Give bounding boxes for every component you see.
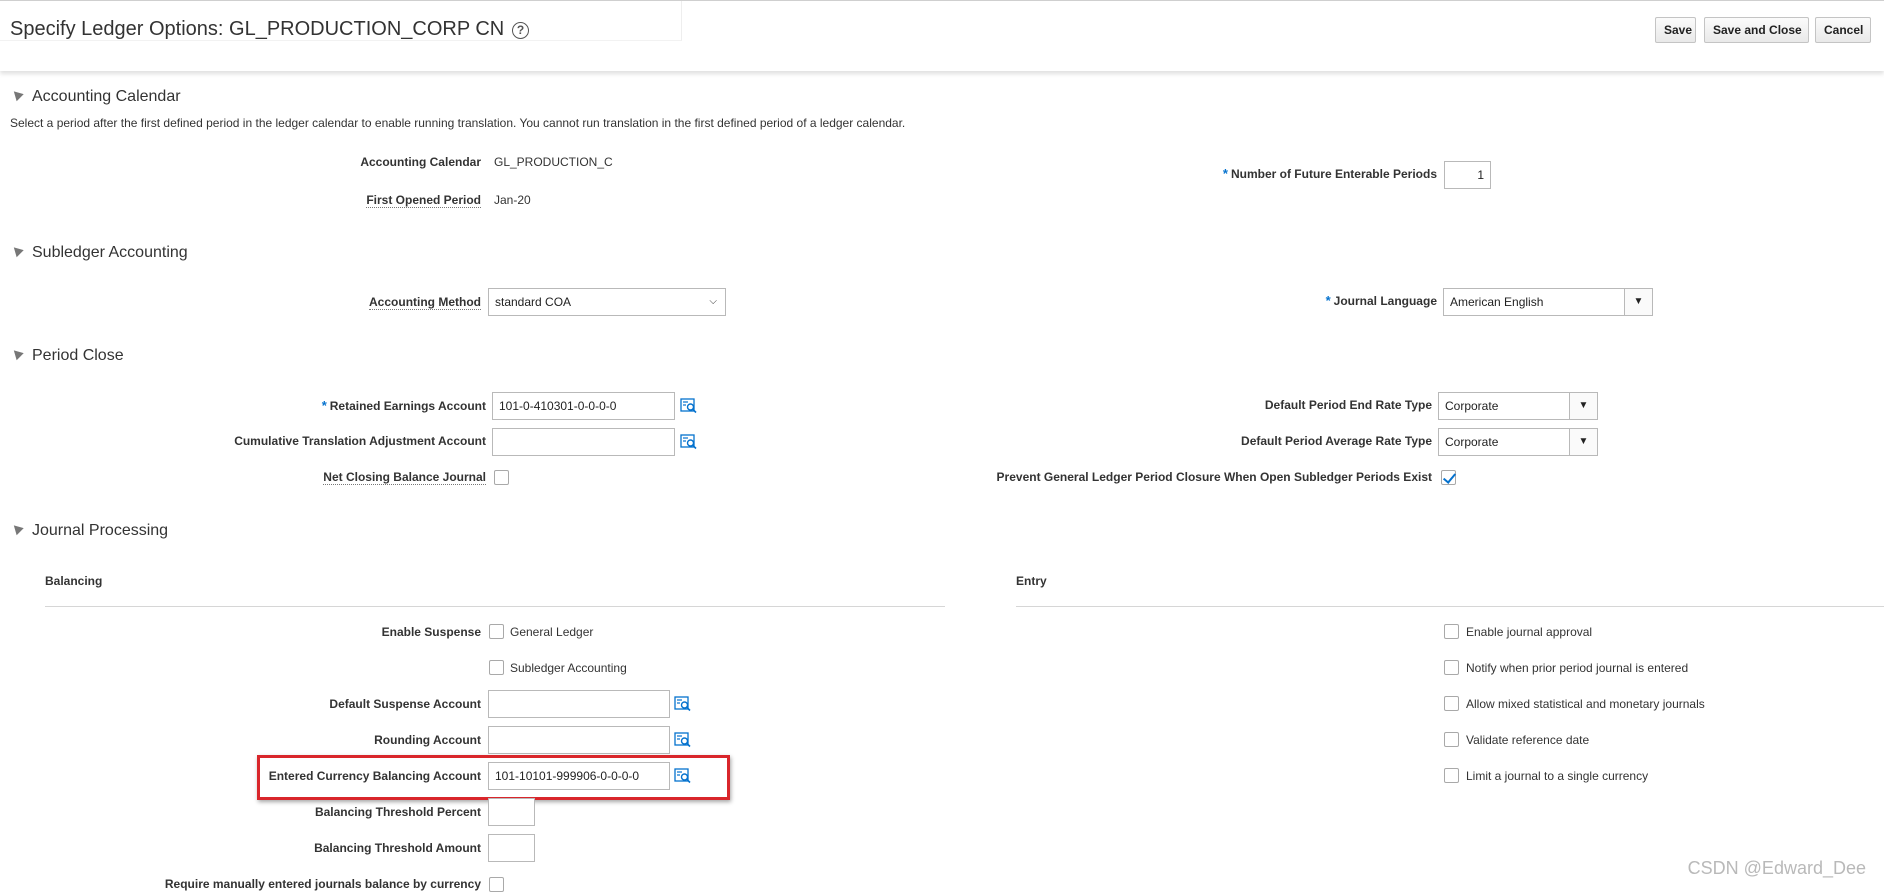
page-title: Specify Ledger Options: GL_PRODUCTION_CO… — [10, 18, 505, 40]
balancing-heading: Balancing — [45, 574, 103, 588]
search-account-icon[interactable] — [674, 695, 692, 713]
search-account-icon[interactable] — [680, 397, 698, 415]
section-title: Subledger Accounting — [32, 244, 188, 261]
journal-language-value: American English — [1450, 295, 1544, 309]
journal-language-dropdown[interactable]: American English ▼ — [1443, 288, 1653, 316]
entry-option-label: Allow mixed statistical and monetary jou… — [1466, 697, 1705, 711]
end-rate-type-label: Default Period End Rate Type — [1264, 398, 1432, 412]
retained-earnings-label-text: Retained Earnings Account — [329, 399, 486, 413]
required-mark: * — [1325, 293, 1331, 308]
threshold-amount-input[interactable] — [488, 834, 535, 862]
watermark: CSDN @Edward_Dee — [1687, 858, 1866, 878]
threshold-percent-label: Balancing Threshold Percent — [314, 805, 481, 819]
collapse-triangle-icon[interactable] — [10, 521, 24, 536]
collapse-triangle-icon[interactable] — [10, 243, 24, 258]
net-closing-balance-label: Net Closing Balance Journal — [323, 470, 486, 485]
general-ledger-checkbox[interactable] — [489, 624, 504, 639]
page-header: Specify Ledger Options: GL_PRODUCTION_CO… — [0, 0, 1884, 71]
accounting-method-label: Accounting Method — [369, 295, 481, 310]
entered-currency-balancing-input[interactable]: 101-10101-999906-0-0-0-0 — [488, 762, 670, 790]
threshold-amount-label: Balancing Threshold Amount — [314, 841, 481, 855]
cta-account-label: Cumulative Translation Adjustment Accoun… — [234, 434, 486, 448]
search-account-icon[interactable] — [674, 767, 692, 785]
accounting-calendar-value: GL_PRODUCTION_C — [494, 155, 613, 169]
accounting-method-select[interactable]: standard COA ⌵ — [488, 288, 726, 316]
chevron-down-icon: ⌵ — [709, 296, 717, 307]
enable-suspense-label: Enable Suspense — [381, 625, 481, 639]
subledger-accounting-label: Subledger Accounting — [510, 661, 627, 675]
instruction-text: Select a period after the first defined … — [10, 116, 906, 130]
average-rate-type-label: Default Period Average Rate Type — [1241, 434, 1432, 448]
rounding-account-input[interactable] — [488, 726, 670, 754]
average-rate-type-dropdown[interactable]: Corporate ▼ — [1438, 428, 1598, 456]
cancel-button[interactable]: Cancel — [1815, 17, 1871, 43]
journal-language-label-text: Journal Language — [1333, 294, 1437, 308]
future-periods-label: * Number of Future Enterable Periods — [1223, 166, 1437, 181]
future-periods-input[interactable]: 1 — [1444, 161, 1491, 189]
entered-currency-balancing-label: Entered Currency Balancing Account — [268, 769, 481, 783]
entry-option-label: Limit a journal to a single currency — [1466, 769, 1649, 783]
section-title: Accounting Calendar — [32, 88, 181, 105]
accounting-method-value: standard COA — [495, 295, 572, 309]
journal-language-label: * Journal Language — [1326, 293, 1437, 308]
help-icon[interactable]: ? — [512, 22, 529, 39]
title-container: Specify Ledger Options: GL_PRODUCTION_CO… — [0, 1, 682, 41]
save-button[interactable]: Save — [1655, 17, 1696, 43]
section-title: Period Close — [32, 347, 124, 364]
rounding-account-label: Rounding Account — [374, 733, 481, 747]
section-title: Journal Processing — [32, 522, 169, 539]
section-journal-processing[interactable]: Journal Processing — [10, 521, 169, 540]
required-mark: * — [1222, 166, 1228, 181]
threshold-percent-input[interactable] — [488, 798, 535, 826]
subledger-accounting-checkbox[interactable] — [489, 660, 504, 675]
divider — [45, 606, 945, 607]
first-opened-period-label: First Opened Period — [366, 193, 481, 208]
search-account-icon[interactable] — [674, 731, 692, 749]
default-suspense-label: Default Suspense Account — [329, 697, 481, 711]
section-period-close[interactable]: Period Close — [10, 346, 124, 365]
prevent-closure-checkbox[interactable] — [1441, 470, 1456, 485]
entry-option-label: Validate reference date — [1466, 733, 1590, 747]
prevent-closure-label: Prevent General Ledger Period Closure Wh… — [996, 470, 1432, 484]
end-rate-type-dropdown[interactable]: Corporate ▼ — [1438, 392, 1598, 420]
general-ledger-label: General Ledger — [510, 625, 594, 639]
dropdown-arrow-icon[interactable]: ▼ — [1624, 289, 1652, 315]
require-manual-checkbox[interactable] — [489, 877, 504, 892]
entry-heading: Entry — [1016, 574, 1047, 588]
entry-option-checkbox[interactable] — [1444, 696, 1459, 711]
average-rate-type-value: Corporate — [1445, 435, 1499, 449]
search-account-icon[interactable] — [680, 433, 698, 451]
net-closing-balance-checkbox[interactable] — [494, 470, 509, 485]
collapse-triangle-icon[interactable] — [10, 346, 24, 361]
first-opened-period-value: Jan-20 — [494, 193, 531, 207]
entry-option-label: Enable journal approval — [1466, 625, 1593, 639]
entry-option-checkbox[interactable] — [1444, 768, 1459, 783]
entry-option-checkbox[interactable] — [1444, 624, 1459, 639]
cta-account-input[interactable] — [492, 428, 675, 456]
save-and-close-button[interactable]: Save and Close — [1704, 17, 1809, 43]
entry-option-checkbox[interactable] — [1444, 660, 1459, 675]
dropdown-arrow-icon[interactable]: ▼ — [1569, 393, 1597, 419]
entry-option-label: Notify when prior period journal is ente… — [1466, 661, 1689, 675]
collapse-triangle-icon[interactable] — [10, 87, 24, 102]
section-subledger-accounting[interactable]: Subledger Accounting — [10, 243, 188, 262]
end-rate-type-value: Corporate — [1445, 399, 1499, 413]
dropdown-arrow-icon[interactable]: ▼ — [1569, 429, 1597, 455]
retained-earnings-label: * Retained Earnings Account — [322, 398, 486, 413]
divider — [1016, 606, 1884, 607]
retained-earnings-input[interactable]: 101-0-410301-0-0-0-0 — [492, 392, 675, 420]
required-mark: * — [321, 398, 327, 413]
future-periods-label-text: Number of Future Enterable Periods — [1230, 167, 1437, 181]
default-suspense-input[interactable] — [488, 690, 670, 718]
entry-option-checkbox[interactable] — [1444, 732, 1459, 747]
section-accounting-calendar[interactable]: Accounting Calendar — [10, 87, 181, 106]
accounting-calendar-label: Accounting Calendar — [360, 155, 481, 169]
